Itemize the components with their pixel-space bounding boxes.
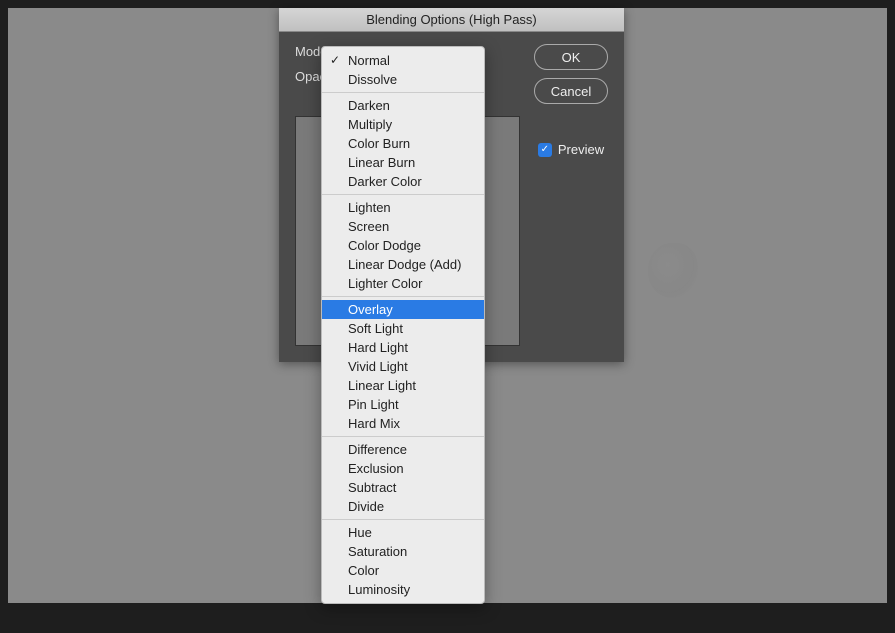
blend-mode-option-label: Difference: [348, 442, 407, 457]
blend-mode-option-label: Color Burn: [348, 136, 410, 151]
blend-mode-option[interactable]: Linear Light: [322, 376, 484, 395]
blend-mode-option[interactable]: Vivid Light: [322, 357, 484, 376]
canvas-smudge: [648, 243, 698, 298]
blend-mode-option[interactable]: Luminosity: [322, 580, 484, 599]
blend-mode-option-label: Lighter Color: [348, 276, 422, 291]
blend-mode-option-label: Linear Burn: [348, 155, 415, 170]
preview-checkbox[interactable]: ✓: [538, 143, 552, 157]
blend-mode-option[interactable]: Darken: [322, 96, 484, 115]
blend-mode-option[interactable]: Divide: [322, 497, 484, 516]
dropdown-group: Overlay Soft Light Hard Light Vivid Light Li…: [322, 299, 484, 434]
blend-mode-option-label: Hard Light: [348, 340, 408, 355]
blend-mode-option-label: Linear Dodge (Add): [348, 257, 461, 272]
blend-mode-option[interactable]: Hard Light: [322, 338, 484, 357]
dropdown-group: Lighten Screen Color Dodge Linear Dodge (Ad…: [322, 197, 484, 294]
blend-mode-option-label: Pin Light: [348, 397, 399, 412]
blend-mode-option[interactable]: Lighten: [322, 198, 484, 217]
blend-mode-option[interactable]: Overlay: [322, 300, 484, 319]
blend-mode-option-label: Darken: [348, 98, 390, 113]
blend-mode-option-label: Divide: [348, 499, 384, 514]
blend-mode-option-label: Subtract: [348, 480, 396, 495]
preview-checkbox-row: ✓ Preview: [538, 142, 604, 157]
checkmark-icon: ✓: [330, 52, 340, 69]
dropdown-separator: [322, 92, 484, 93]
ok-button[interactable]: OK: [534, 44, 608, 70]
blend-mode-option[interactable]: Pin Light: [322, 395, 484, 414]
blend-mode-option-label: Hard Mix: [348, 416, 400, 431]
blend-mode-option[interactable]: Linear Burn: [322, 153, 484, 172]
blend-mode-option[interactable]: Lighter Color: [322, 274, 484, 293]
checkmark-icon: ✓: [541, 144, 549, 155]
blend-mode-option-label: Soft Light: [348, 321, 403, 336]
blend-mode-option[interactable]: Multiply: [322, 115, 484, 134]
blend-mode-option[interactable]: Dissolve: [322, 70, 484, 89]
blend-mode-option[interactable]: Screen: [322, 217, 484, 236]
blend-mode-option-label: Normal: [348, 53, 390, 68]
dialog-right-column: OK Cancel ✓ Preview: [534, 44, 608, 157]
blend-mode-option[interactable]: Difference: [322, 440, 484, 459]
blend-mode-option[interactable]: Color: [322, 561, 484, 580]
blend-mode-option[interactable]: Hard Mix: [322, 414, 484, 433]
dropdown-group: ✓ Normal Dissolve: [322, 50, 484, 90]
blend-mode-option-label: Lighten: [348, 200, 391, 215]
cancel-button[interactable]: Cancel: [534, 78, 608, 104]
blend-mode-option[interactable]: Color Dodge: [322, 236, 484, 255]
blend-mode-option-label: Exclusion: [348, 461, 404, 476]
blend-mode-option-label: Color: [348, 563, 379, 578]
preview-checkbox-label: Preview: [558, 142, 604, 157]
dialog-titlebar[interactable]: Blending Options (High Pass): [279, 8, 624, 32]
dropdown-group: Hue Saturation Color Luminosity: [322, 522, 484, 600]
blend-mode-option[interactable]: Darker Color: [322, 172, 484, 191]
dropdown-group: Darken Multiply Color Burn Linear Burn Darke…: [322, 95, 484, 192]
dropdown-separator: [322, 194, 484, 195]
dropdown-group: Difference Exclusion Subtract Divide: [322, 439, 484, 517]
blend-mode-option[interactable]: ✓ Normal: [322, 51, 484, 70]
blend-mode-option-label: Color Dodge: [348, 238, 421, 253]
dropdown-separator: [322, 436, 484, 437]
blend-mode-dropdown[interactable]: ✓ Normal Dissolve Darken Multiply Color Burn L…: [321, 46, 485, 604]
blend-mode-option[interactable]: Soft Light: [322, 319, 484, 338]
blend-mode-option-label: Overlay: [348, 302, 393, 317]
dropdown-separator: [322, 519, 484, 520]
blend-mode-option-label: Darker Color: [348, 174, 422, 189]
dropdown-separator: [322, 296, 484, 297]
blend-mode-option-label: Hue: [348, 525, 372, 540]
blend-mode-option-label: Dissolve: [348, 72, 397, 87]
blend-mode-option-label: Vivid Light: [348, 359, 408, 374]
blend-mode-option-label: Saturation: [348, 544, 407, 559]
blend-mode-option[interactable]: Linear Dodge (Add): [322, 255, 484, 274]
blend-mode-option[interactable]: Exclusion: [322, 459, 484, 478]
blend-mode-option[interactable]: Color Burn: [322, 134, 484, 153]
blend-mode-option[interactable]: Saturation: [322, 542, 484, 561]
blend-mode-option-label: Screen: [348, 219, 389, 234]
dialog-title: Blending Options (High Pass): [366, 12, 537, 27]
blend-mode-option-label: Multiply: [348, 117, 392, 132]
blend-mode-option-label: Luminosity: [348, 582, 410, 597]
blend-mode-option[interactable]: Subtract: [322, 478, 484, 497]
blend-mode-option-label: Linear Light: [348, 378, 416, 393]
blend-mode-option[interactable]: Hue: [322, 523, 484, 542]
